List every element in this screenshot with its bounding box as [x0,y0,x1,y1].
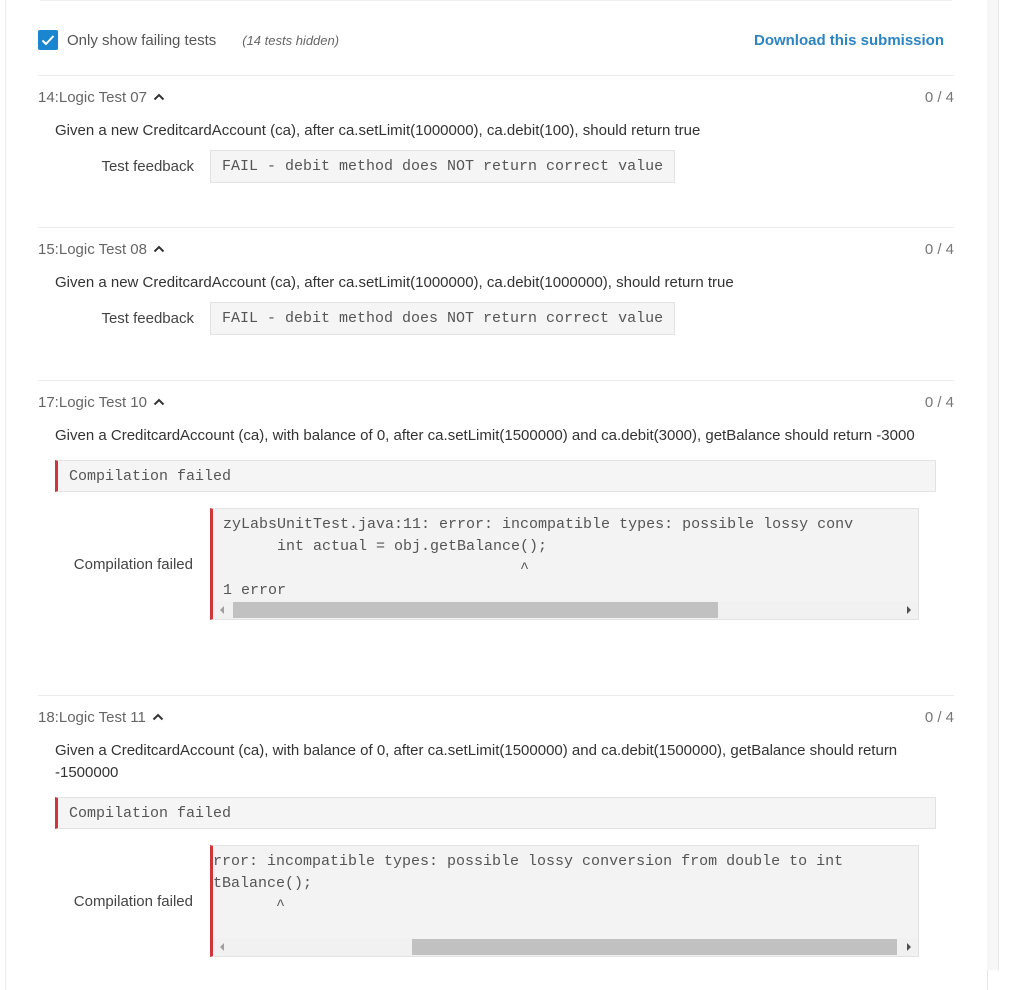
compilation-status: Compilation failed [55,460,936,492]
filter-row: Only show failing tests (14 tests hidden… [38,28,944,52]
test-title-toggle[interactable]: 17:Logic Test 10 [38,394,165,411]
only-failing-label[interactable]: Only show failing tests [67,32,216,49]
test-description: Given a CreditcardAccount (ca), with bal… [55,427,915,444]
error-label: Compilation failed [73,555,193,573]
feedback-label: Test feedback [101,158,194,175]
feedback-output: FAIL - debit method does NOT return corr… [210,150,676,183]
test-title-toggle[interactable]: 14:Logic Test 07 [38,89,165,106]
test-section: 18:Logic Test 11 0 / 4 Given a Creditcar… [38,695,954,957]
scrollbar-thumb[interactable] [233,602,718,618]
horizontal-scrollbar[interactable] [213,938,918,956]
checkmark-icon [41,35,55,46]
test-section: 17:Logic Test 10 0 / 4 Given a Creditcar… [38,380,954,620]
download-submission-link[interactable]: Download this submission [754,32,944,49]
chevron-up-icon [153,93,165,101]
only-failing-checkbox[interactable] [38,30,58,50]
test-title-toggle[interactable]: 15:Logic Test 08 [38,241,165,258]
test-section: 15:Logic Test 08 0 / 4 Given a new Credi… [38,227,954,335]
feedback-label: Test feedback [101,310,194,327]
test-description: Given a new CreditcardAccount (ca), afte… [55,274,734,291]
compilation-status: Compilation failed [55,797,936,829]
test-score: 0 / 4 [924,88,954,106]
test-description: Given a CreditcardAccount (ca), with bal… [55,742,898,781]
horizontal-scrollbar[interactable] [213,601,918,619]
chevron-up-icon [153,398,165,406]
feedback-output: FAIL - debit method does NOT return corr… [210,302,676,335]
scroll-left-icon[interactable] [220,943,224,951]
test-title: 17:Logic Test 10 [38,393,147,411]
chevron-up-icon [153,245,165,253]
scroll-left-icon[interactable] [220,606,224,614]
chevron-up-icon [152,713,164,721]
error-output-box: rror: incompatible types: possible lossy… [210,845,919,957]
error-output-box: zyLabsUnitTest.java:11: error: incompati… [210,508,919,620]
test-title: 14:Logic Test 07 [38,88,147,106]
test-description: Given a new CreditcardAccount (ca), afte… [55,122,701,139]
scroll-right-icon[interactable] [907,606,911,614]
test-title: 18:Logic Test 11 [38,708,146,726]
hidden-tests-count: (14 tests hidden) [242,32,340,48]
error-label: Compilation failed [73,892,193,910]
test-section: 14:Logic Test 07 0 / 4 Given a new Credi… [38,75,954,183]
test-title: 15:Logic Test 08 [38,240,147,258]
test-score: 0 / 4 [924,393,954,411]
test-score: 0 / 4 [924,240,954,258]
page-scrollbar-track[interactable] [987,0,999,970]
scrollbar-thumb[interactable] [412,939,897,955]
divider [40,0,952,1]
test-title-toggle[interactable]: 18:Logic Test 11 [38,709,164,726]
scroll-right-icon[interactable] [907,943,911,951]
test-score: 0 / 4 [924,708,954,726]
